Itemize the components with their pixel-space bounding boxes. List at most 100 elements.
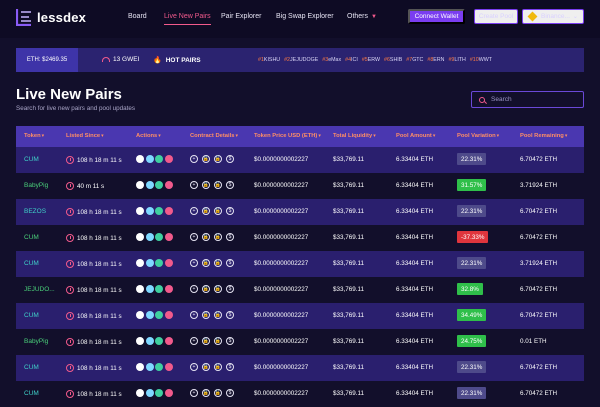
unlock-icon[interactable]: 🔓 bbox=[214, 233, 222, 241]
dextools-icon[interactable] bbox=[155, 311, 163, 319]
info-icon[interactable] bbox=[164, 285, 173, 293]
dollar-icon[interactable]: $ bbox=[226, 363, 234, 371]
chart-icon[interactable] bbox=[136, 285, 144, 293]
dollar-icon[interactable]: $ bbox=[226, 389, 234, 397]
nav-link-live-new-pairs[interactable]: Live New Pairs bbox=[164, 13, 211, 25]
nav-link-big-swap-explorer[interactable]: Big Swap Explorer bbox=[276, 13, 334, 20]
hot-pair-item[interactable]: #9LITH bbox=[448, 57, 465, 63]
unlock-icon[interactable]: 🔓 bbox=[214, 285, 222, 293]
table-row[interactable]: CUM 108 h 18 m 11 s + 🔒 🔓 $ $0.0000000002227 $3… bbox=[16, 251, 584, 277]
token-name[interactable]: CUM bbox=[24, 364, 39, 371]
info-icon[interactable] bbox=[164, 337, 173, 345]
chart-icon[interactable] bbox=[136, 207, 144, 215]
nav-link-others[interactable]: Others ▼ bbox=[347, 13, 377, 20]
plus-circle-icon[interactable]: + bbox=[190, 389, 198, 397]
nav-link-pair-explorer[interactable]: Pair Explorer bbox=[221, 13, 261, 20]
dextools-icon[interactable] bbox=[155, 285, 163, 293]
hot-pair-item[interactable]: #10WWT bbox=[470, 57, 492, 63]
info-icon[interactable] bbox=[164, 311, 173, 319]
token-name[interactable]: JEJUDO... bbox=[24, 286, 55, 293]
info-icon[interactable] bbox=[164, 389, 173, 397]
header-contract-details[interactable]: Contract Details▾ bbox=[190, 133, 238, 139]
dextools-icon[interactable] bbox=[155, 155, 163, 163]
plus-circle-icon[interactable]: + bbox=[190, 155, 198, 163]
token-name[interactable]: BabyPig bbox=[24, 182, 48, 189]
token-name[interactable]: BEZOS bbox=[24, 208, 46, 215]
table-row[interactable]: JEJUDO... 108 h 18 m 11 s + 🔒 🔓 $ $0.000000000… bbox=[16, 277, 584, 303]
info-icon[interactable] bbox=[164, 155, 173, 163]
swap-icon[interactable] bbox=[145, 285, 154, 293]
plus-circle-icon[interactable]: + bbox=[190, 181, 198, 189]
hot-pair-item[interactable]: #5ERW bbox=[362, 57, 380, 63]
lock-icon[interactable]: 🔒 bbox=[202, 259, 210, 267]
table-row[interactable]: CUM 108 h 18 m 11 s + 🔒 🔓 $ $0.0000000002227 $3… bbox=[16, 381, 584, 407]
info-icon[interactable] bbox=[164, 207, 173, 215]
token-name[interactable]: BabyPig bbox=[24, 338, 48, 345]
chart-icon[interactable] bbox=[136, 389, 144, 397]
chart-icon[interactable] bbox=[136, 155, 144, 163]
lock-icon[interactable]: 🔒 bbox=[202, 207, 210, 215]
table-row[interactable]: CUM 108 h 18 m 11 s + 🔒 🔓 $ $0.0000000002227 $3… bbox=[16, 355, 584, 381]
swap-icon[interactable] bbox=[145, 259, 154, 267]
table-row[interactable]: BabyPig 108 h 18 m 11 s + 🔒 🔓 $ $0.00000000022… bbox=[16, 329, 584, 355]
hot-pair-item[interactable]: #2JEJUDOGE bbox=[284, 57, 318, 63]
dollar-icon[interactable]: $ bbox=[226, 285, 234, 293]
chart-icon[interactable] bbox=[136, 337, 144, 345]
header-pool-remaining[interactable]: Pool Remaining▾ bbox=[520, 133, 567, 139]
plus-circle-icon[interactable]: + bbox=[190, 259, 198, 267]
connect-wallet-button[interactable]: Connect Wallet bbox=[408, 9, 465, 24]
header-actions[interactable]: Actions▾ bbox=[136, 133, 161, 139]
plus-circle-icon[interactable]: + bbox=[190, 337, 198, 345]
hot-pair-item[interactable]: #3eMax bbox=[322, 57, 341, 63]
chart-icon[interactable] bbox=[136, 259, 144, 267]
unlock-icon[interactable]: 🔓 bbox=[214, 259, 222, 267]
plus-circle-icon[interactable]: + bbox=[190, 311, 198, 319]
lock-icon[interactable]: 🔒 bbox=[202, 389, 210, 397]
header-token-price[interactable]: Token Price USD (ETH)▾ bbox=[254, 133, 321, 139]
plus-circle-icon[interactable]: + bbox=[190, 233, 198, 241]
search-box[interactable] bbox=[471, 91, 584, 108]
dextools-icon[interactable] bbox=[155, 337, 163, 345]
token-name[interactable]: CUM bbox=[24, 312, 39, 319]
dollar-icon[interactable]: $ bbox=[226, 181, 234, 189]
unlock-icon[interactable]: 🔓 bbox=[214, 181, 222, 189]
unlock-icon[interactable]: 🔓 bbox=[214, 311, 222, 319]
logo[interactable]: lessdex bbox=[16, 8, 86, 26]
dextools-icon[interactable] bbox=[155, 363, 163, 371]
plus-circle-icon[interactable]: + bbox=[190, 207, 198, 215]
info-icon[interactable] bbox=[164, 181, 173, 189]
dollar-icon[interactable]: $ bbox=[226, 337, 234, 345]
swap-icon[interactable] bbox=[145, 233, 154, 241]
dollar-icon[interactable]: $ bbox=[226, 207, 234, 215]
lock-icon[interactable]: 🔒 bbox=[202, 233, 210, 241]
dextools-icon[interactable] bbox=[155, 389, 163, 397]
lock-icon[interactable]: 🔒 bbox=[202, 155, 210, 163]
plus-circle-icon[interactable]: + bbox=[190, 285, 198, 293]
dollar-icon[interactable]: $ bbox=[226, 311, 234, 319]
hot-pair-item[interactable]: #1KISHU bbox=[258, 57, 280, 63]
plus-circle-icon[interactable]: + bbox=[190, 363, 198, 371]
chart-icon[interactable] bbox=[136, 181, 144, 189]
lock-icon[interactable]: 🔒 bbox=[202, 181, 210, 189]
table-row[interactable]: CUM 108 h 18 m 11 s + 🔒 🔓 $ $0.0000000002227 $3… bbox=[16, 225, 584, 251]
info-icon[interactable] bbox=[164, 363, 173, 371]
token-name[interactable]: CUM bbox=[24, 260, 39, 267]
unlock-icon[interactable]: 🔓 bbox=[214, 337, 222, 345]
token-name[interactable]: CUM bbox=[24, 390, 39, 397]
lock-icon[interactable]: 🔒 bbox=[202, 285, 210, 293]
header-listed-since[interactable]: Listed Since▾ bbox=[66, 133, 104, 139]
header-token[interactable]: Token▾ bbox=[24, 133, 44, 139]
lock-icon[interactable]: 🔒 bbox=[202, 337, 210, 345]
unlock-icon[interactable]: 🔓 bbox=[214, 207, 222, 215]
swap-icon[interactable] bbox=[145, 181, 154, 189]
swap-icon[interactable] bbox=[145, 155, 154, 163]
header-pool-amount[interactable]: Pool Amount▾ bbox=[396, 133, 435, 139]
swap-icon[interactable] bbox=[145, 207, 154, 215]
table-row[interactable]: BEZOS 108 h 18 m 11 s + 🔒 🔓 $ $0.0000000002227… bbox=[16, 199, 584, 225]
chart-icon[interactable] bbox=[136, 363, 144, 371]
dollar-icon[interactable]: $ bbox=[226, 233, 234, 241]
chart-icon[interactable] bbox=[136, 233, 144, 241]
info-icon[interactable] bbox=[164, 233, 173, 241]
search-input[interactable] bbox=[491, 96, 581, 103]
unlock-icon[interactable]: 🔓 bbox=[214, 363, 222, 371]
